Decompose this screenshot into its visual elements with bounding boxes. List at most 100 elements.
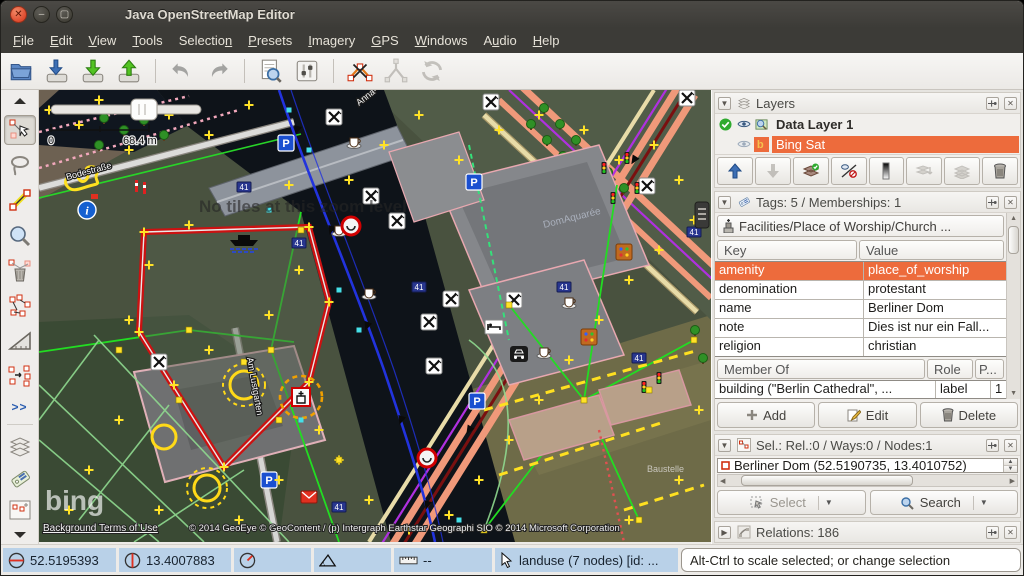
maximize-icon[interactable]: ▢ bbox=[56, 6, 73, 23]
toggle-layers-button[interactable] bbox=[4, 432, 36, 460]
scroll-up-arrow-icon[interactable]: ▲ bbox=[1010, 213, 1017, 224]
zoom-tool-button[interactable] bbox=[4, 221, 36, 251]
close-panel-icon[interactable]: ✕ bbox=[1004, 97, 1017, 110]
zoom-slider-handle[interactable] bbox=[131, 99, 157, 120]
lasso-tool-button[interactable] bbox=[4, 150, 36, 180]
close-panel-icon[interactable]: ✕ bbox=[1004, 439, 1017, 452]
tag-row[interactable]: denominationprotestant bbox=[715, 281, 1006, 300]
layer-row-data[interactable]: Data Layer 1 bbox=[715, 114, 1020, 134]
pin-panel-icon[interactable] bbox=[986, 439, 999, 452]
preferences-icon[interactable] bbox=[293, 57, 321, 85]
horizontal-scrollbar[interactable]: ◀ ▶ bbox=[717, 474, 1018, 487]
menu-bar: File Edit View Tools Selection Presets I… bbox=[1, 28, 1023, 53]
combine-way-icon[interactable] bbox=[382, 57, 410, 85]
more-tools-button[interactable]: >> bbox=[4, 396, 36, 417]
tag-row[interactable]: noteDies ist nur ein Fall... bbox=[715, 319, 1006, 338]
position-column-header[interactable]: P... bbox=[975, 359, 1004, 379]
toggle-visibility-button[interactable] bbox=[831, 157, 867, 185]
dock-splitter-tab[interactable] bbox=[695, 202, 709, 228]
draw-tool-button[interactable] bbox=[4, 185, 36, 215]
map-canvas[interactable]: DomAquarée bbox=[39, 90, 711, 542]
download-osm-data-icon[interactable] bbox=[43, 57, 71, 85]
member-of-column-header[interactable]: Member Of bbox=[717, 359, 925, 379]
download-data-icon[interactable] bbox=[79, 57, 107, 85]
pin-panel-icon[interactable] bbox=[986, 526, 999, 539]
menu-selection[interactable]: Selection bbox=[171, 30, 240, 51]
collapse-panel-icon[interactable]: ▼ bbox=[718, 196, 731, 209]
membership-row[interactable]: building ("Berlin Cathedral", ... label … bbox=[715, 380, 1006, 399]
delete-tool-button[interactable] bbox=[4, 256, 36, 286]
menu-view[interactable]: View bbox=[80, 30, 124, 51]
select-tool-button[interactable] bbox=[4, 115, 36, 145]
area-label: Baustelle bbox=[647, 464, 684, 474]
value-column-header[interactable]: Value bbox=[859, 240, 1004, 260]
eye-dim-icon[interactable] bbox=[736, 137, 751, 152]
selection-list-item[interactable]: Berliner Dom (52.5190735, 13.4010752) ▲▼ bbox=[717, 458, 1018, 473]
activate-layer-button[interactable] bbox=[793, 157, 829, 185]
collapse-panel-icon[interactable]: ▼ bbox=[718, 97, 731, 110]
menu-imagery[interactable]: Imagery bbox=[300, 30, 363, 51]
layer-up-button[interactable] bbox=[717, 157, 753, 185]
delete-layer-button[interactable] bbox=[982, 157, 1018, 185]
edit-tag-button[interactable]: Edit bbox=[818, 402, 916, 428]
split-way-icon[interactable] bbox=[346, 57, 374, 85]
scroll-down-icon[interactable] bbox=[8, 526, 32, 544]
delete-tag-button[interactable]: Delete bbox=[920, 402, 1018, 428]
layer-down-button[interactable] bbox=[755, 157, 791, 185]
menu-audio[interactable]: Audio bbox=[475, 30, 524, 51]
upload-data-icon[interactable] bbox=[115, 57, 143, 85]
tag-row[interactable]: amenityplace_of_worship bbox=[715, 262, 1006, 281]
menu-tools[interactable]: Tools bbox=[124, 30, 170, 51]
eye-icon[interactable] bbox=[736, 117, 751, 132]
key-column-header[interactable]: Key bbox=[717, 240, 857, 260]
collapse-panel-icon[interactable]: ▼ bbox=[718, 439, 731, 452]
merge-nodes-tool-button[interactable] bbox=[4, 361, 36, 391]
redo-icon[interactable] bbox=[204, 57, 232, 85]
menu-gps[interactable]: GPS bbox=[363, 30, 406, 51]
role-column-header[interactable]: Role bbox=[927, 359, 973, 379]
josm-window: ✕ – ▢ Java OpenStreetMap Editor File Edi… bbox=[0, 0, 1024, 576]
church-preset-icon bbox=[723, 219, 734, 233]
refresh-icon[interactable] bbox=[418, 57, 446, 85]
menu-edit[interactable]: Edit bbox=[42, 30, 80, 51]
scroll-right-arrow-icon[interactable]: ▶ bbox=[1008, 477, 1017, 485]
undo-icon[interactable] bbox=[168, 57, 196, 85]
merge-layer-button[interactable] bbox=[906, 157, 942, 185]
close-icon[interactable]: ✕ bbox=[10, 6, 27, 23]
search-icon[interactable] bbox=[257, 57, 285, 85]
tag-row[interactable]: religionchristian bbox=[715, 338, 1006, 356]
scroll-up-icon[interactable] bbox=[8, 92, 32, 110]
search-button[interactable]: Search ▼ bbox=[870, 490, 1019, 515]
pin-panel-icon[interactable] bbox=[986, 196, 999, 209]
unglue-tool-button[interactable] bbox=[4, 291, 36, 321]
select-button[interactable]: Select ▼ bbox=[717, 490, 866, 515]
scroll-down-arrow-icon[interactable]: ▼ bbox=[1010, 388, 1017, 399]
close-panel-icon[interactable]: ✕ bbox=[1004, 526, 1017, 539]
layer-row-bing[interactable]: b Bing Sat bbox=[715, 134, 1020, 154]
svg-text:41: 41 bbox=[690, 228, 699, 237]
preset-button[interactable]: Facilities/Place of Worship/Church ... bbox=[717, 215, 1004, 237]
close-panel-icon[interactable]: ✕ bbox=[1004, 196, 1017, 209]
menu-help[interactable]: Help bbox=[525, 30, 568, 51]
list-spinner[interactable]: ▲▼ bbox=[1003, 459, 1017, 472]
toggle-tags-button[interactable] bbox=[4, 465, 36, 493]
open-file-icon[interactable] bbox=[7, 57, 35, 85]
extrude-tool-button[interactable] bbox=[4, 326, 36, 356]
menu-presets[interactable]: Presets bbox=[240, 30, 300, 51]
add-tag-button[interactable]: Add bbox=[717, 402, 815, 428]
tag-row[interactable]: nameBerliner Dom bbox=[715, 300, 1006, 319]
layer-opacity-button[interactable] bbox=[869, 157, 905, 185]
vertical-scrollbar[interactable]: ▲ ▼ bbox=[1006, 213, 1020, 399]
minimize-icon[interactable]: – bbox=[33, 6, 50, 23]
toggle-selection-button[interactable] bbox=[4, 498, 36, 521]
menu-windows[interactable]: Windows bbox=[407, 30, 476, 51]
duplicate-layer-button[interactable] bbox=[944, 157, 980, 185]
menu-file[interactable]: File bbox=[5, 30, 42, 51]
svg-text:b: b bbox=[757, 139, 764, 151]
scrollbar-thumb[interactable] bbox=[1008, 226, 1019, 254]
pin-panel-icon[interactable] bbox=[986, 97, 999, 110]
expand-panel-icon[interactable]: ▶ bbox=[718, 526, 731, 539]
scrollbar-thumb[interactable] bbox=[741, 475, 913, 486]
terms-of-use-link[interactable]: Background Terms of Use bbox=[43, 523, 158, 534]
scroll-left-arrow-icon[interactable]: ◀ bbox=[718, 477, 727, 485]
